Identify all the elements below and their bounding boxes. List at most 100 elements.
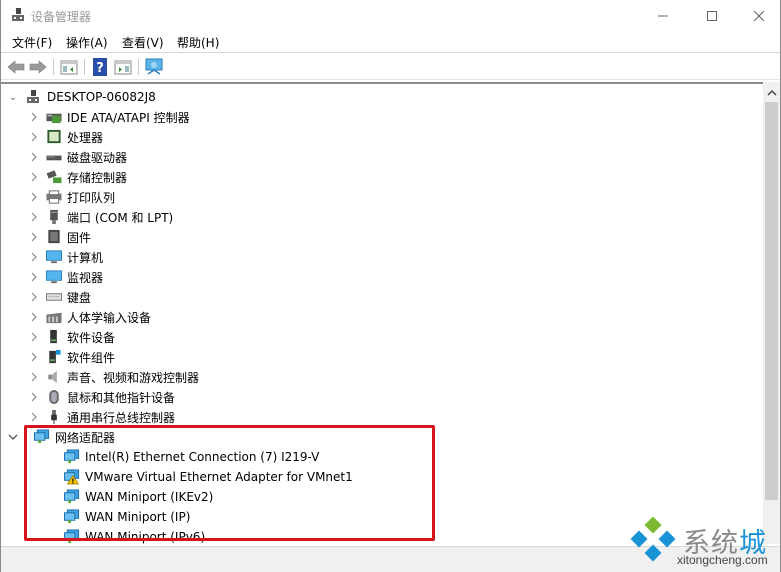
menu-bar: 文件(F) 操作(A) 查看(V) 帮助(H) <box>1 31 780 53</box>
chevron-right-icon[interactable] <box>29 352 39 362</box>
chevron-right-icon[interactable] <box>29 272 39 282</box>
back-button[interactable] <box>6 58 26 76</box>
minimize-button[interactable] <box>640 0 686 31</box>
network-adapter-label: WAN Miniport (IP) <box>85 510 191 524</box>
tree-category-node[interactable]: 鼠标和其他指针设备 <box>29 387 175 407</box>
help-button[interactable]: ? <box>90 58 110 76</box>
chevron-right-icon[interactable] <box>29 132 39 142</box>
forward-arrow-icon <box>29 60 47 74</box>
chevron-right-icon[interactable] <box>29 372 39 382</box>
device-manager-app-icon <box>10 7 26 23</box>
toolbar-separator <box>53 59 54 75</box>
tree-category-node[interactable]: 软件设备 <box>29 327 115 347</box>
chevron-right-icon[interactable] <box>29 172 39 182</box>
help-icon: ? <box>93 58 107 76</box>
chevron-right-icon[interactable] <box>29 112 39 122</box>
chevron-down-icon[interactable] <box>8 432 18 442</box>
tree-category-node[interactable]: 打印队列 <box>29 187 115 207</box>
mouse-icon <box>45 389 63 405</box>
network-adapter-warning-icon <box>63 469 81 485</box>
chevron-down-icon[interactable]: ⌄ <box>8 92 18 103</box>
chevron-right-icon[interactable] <box>29 332 39 342</box>
tree-root-label: DESKTOP-06082J8 <box>47 90 156 104</box>
chevron-right-icon[interactable] <box>29 232 39 242</box>
device-tree: ⌄ DESKTOP-06082J8 IDE ATA/ATAPI 控制器处理器 磁盘… <box>1 82 763 544</box>
show-action-pane-icon <box>114 60 132 75</box>
tree-category-node[interactable]: 人体学输入设备 <box>29 307 151 327</box>
close-icon <box>753 10 765 21</box>
close-button[interactable] <box>736 0 781 31</box>
tree-category-label: 端口 (COM 和 LPT) <box>67 210 174 225</box>
tree-category-node[interactable]: 计算机 <box>29 247 103 267</box>
chevron-right-icon[interactable] <box>29 192 39 202</box>
device-manager-window: 设备管理器 文件(F) 操作(A) 查看(V) 帮助(H) ? ⌄ DESKTO… <box>0 0 781 572</box>
network-adapter-item[interactable]: VMware Virtual Ethernet Adapter for VMne… <box>63 467 353 487</box>
show-action-pane-button[interactable] <box>113 58 133 76</box>
speaker-icon <box>45 369 63 385</box>
scrollbar-thumb[interactable] <box>765 102 778 500</box>
window-title: 设备管理器 <box>31 10 92 24</box>
chevron-right-icon[interactable] <box>29 252 39 262</box>
scan-hardware-button[interactable] <box>144 58 164 76</box>
show-hide-console-tree-button[interactable] <box>59 58 79 76</box>
disk-drive-icon <box>45 149 63 165</box>
tree-category-node[interactable]: 键盘 <box>29 287 91 307</box>
menu-file[interactable]: 文件(F) <box>12 34 52 51</box>
forward-button[interactable] <box>28 58 48 76</box>
tree-category-node[interactable]: 端口 (COM 和 LPT) <box>29 207 173 227</box>
tree-category-node[interactable]: 监视器 <box>29 267 103 287</box>
network-adapter-label: VMware Virtual Ethernet Adapter for VMne… <box>85 470 353 484</box>
tree-category-label: 声音、视频和游戏控制器 <box>67 370 200 385</box>
menu-view[interactable]: 查看(V) <box>122 34 164 51</box>
network-adapter-item[interactable]: Intel(R) Ethernet Connection (7) I219-V <box>63 447 319 467</box>
vertical-scrollbar[interactable] <box>763 82 780 544</box>
chevron-right-icon[interactable] <box>29 312 39 322</box>
tree-category-node[interactable]: IDE ATA/ATAPI 控制器 <box>29 107 190 127</box>
toolbar: ? <box>1 54 780 80</box>
tree-category-node[interactable]: 网络适配器 <box>8 427 116 447</box>
maximize-button[interactable] <box>689 0 735 31</box>
chevron-right-icon[interactable] <box>29 152 39 162</box>
tree-category-label: 软件组件 <box>67 350 116 365</box>
chevron-right-icon[interactable] <box>29 292 39 302</box>
tree-category-label: 存储控制器 <box>67 170 128 185</box>
chevron-right-icon[interactable] <box>29 392 39 402</box>
ide-controller-icon <box>45 109 63 125</box>
tree-category-node[interactable]: 声音、视频和游戏控制器 <box>29 367 199 387</box>
network-adapter-label: WAN Miniport (IPv6) <box>85 530 206 544</box>
scroll-up-button[interactable] <box>763 84 780 101</box>
tree-category-label: 监视器 <box>67 270 104 285</box>
back-arrow-icon <box>7 60 25 74</box>
software-device-icon <box>45 329 63 345</box>
tree-category-node[interactable]: 通用串行总线控制器 <box>29 407 175 427</box>
tree-category-label: IDE ATA/ATAPI 控制器 <box>67 110 190 125</box>
tree-category-label: 软件设备 <box>67 330 116 345</box>
tree-root-node[interactable]: ⌄ DESKTOP-06082J8 <box>8 87 156 107</box>
chevron-right-icon[interactable] <box>29 412 39 422</box>
network-adapter-item[interactable]: WAN Miniport (IKEv2) <box>63 487 213 507</box>
tree-category-label: 网络适配器 <box>55 430 116 445</box>
network-adapter-item[interactable]: WAN Miniport (IPv6) <box>63 527 205 544</box>
tree-category-node[interactable]: 处理器 <box>29 127 103 147</box>
menu-action[interactable]: 操作(A) <box>66 34 108 51</box>
hid-icon <box>45 309 63 325</box>
network-adapter-label: Intel(R) Ethernet Connection (7) I219-V <box>85 450 320 464</box>
network-adapter-icon <box>63 529 81 544</box>
chevron-right-icon[interactable] <box>29 212 39 222</box>
firmware-icon <box>45 229 63 245</box>
tree-category-node[interactable]: 软件组件 <box>29 347 115 367</box>
network-adapter-item[interactable]: WAN Miniport (IP) <box>63 507 190 527</box>
tree-category-label: 人体学输入设备 <box>67 310 152 325</box>
network-adapter-icon <box>63 489 81 505</box>
network-adapter-icon <box>63 509 81 525</box>
tree-category-node[interactable]: 存储控制器 <box>29 167 127 187</box>
printer-icon <box>45 189 63 205</box>
show-hide-console-tree-icon <box>60 60 78 75</box>
tree-category-label: 打印队列 <box>67 190 116 205</box>
tree-category-node[interactable]: 固件 <box>29 227 91 247</box>
software-component-icon <box>45 349 63 365</box>
storage-controller-icon <box>45 169 63 185</box>
title-bar[interactable]: 设备管理器 <box>1 0 780 31</box>
menu-help[interactable]: 帮助(H) <box>177 34 219 51</box>
tree-category-node[interactable]: 磁盘驱动器 <box>29 147 127 167</box>
